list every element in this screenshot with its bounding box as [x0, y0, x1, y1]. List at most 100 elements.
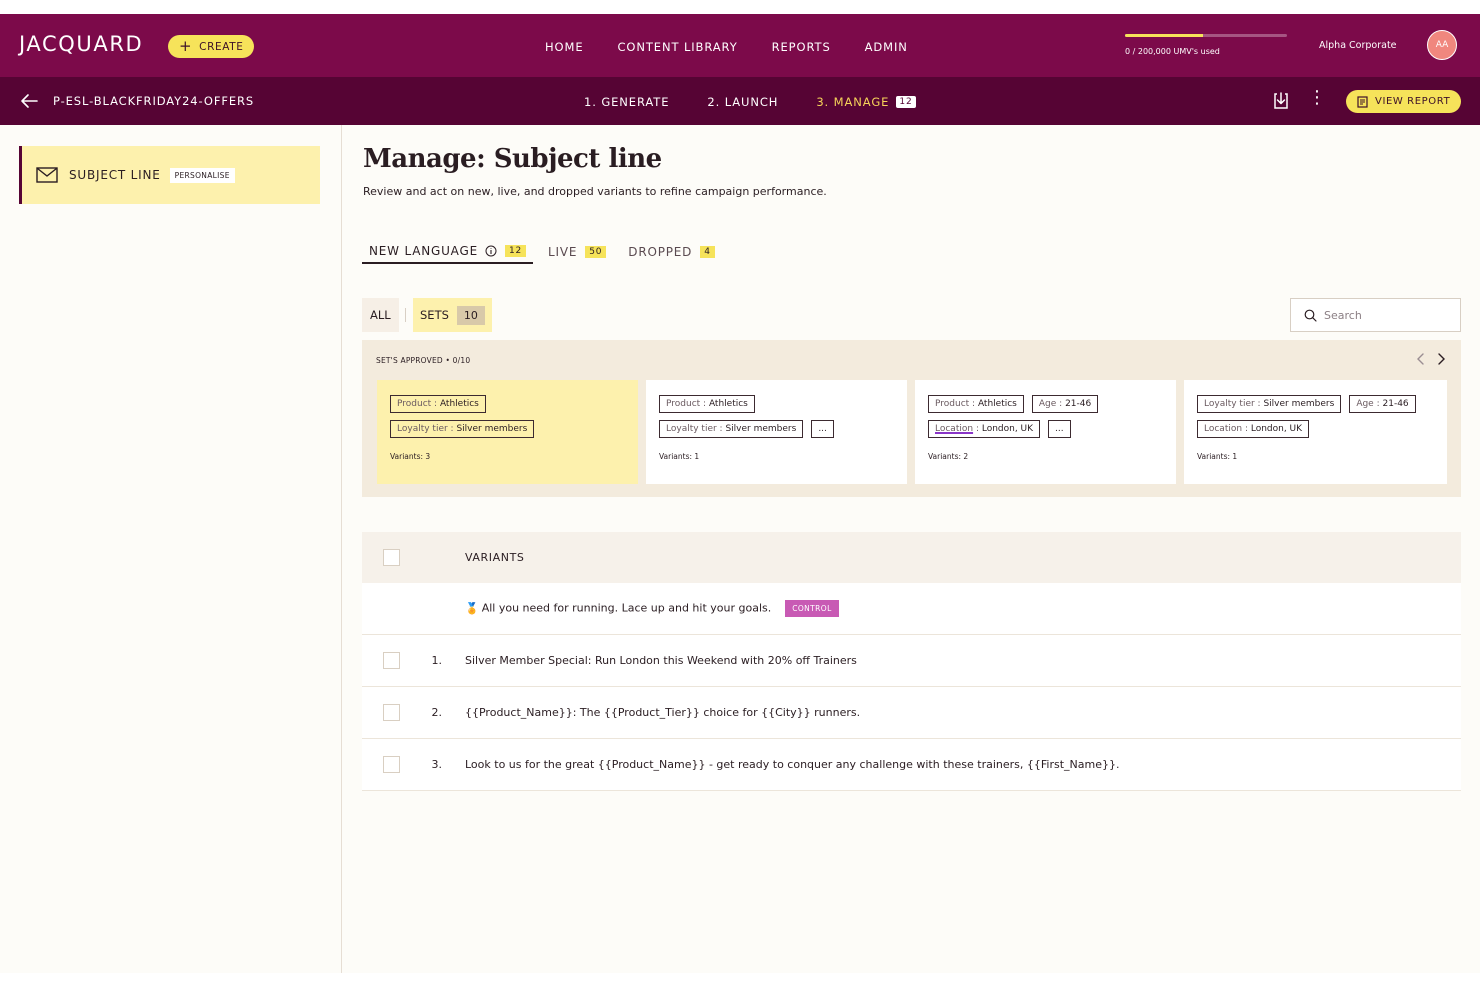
- chip-separator: :: [969, 399, 978, 409]
- tab-dropped[interactable]: DROPPED 4: [621, 240, 721, 264]
- chevron-left-icon[interactable]: [1414, 351, 1428, 367]
- table-row[interactable]: 2. {{Product_Name}}: The {{Product_Tier}…: [362, 687, 1461, 739]
- create-button[interactable]: + CREATE: [168, 35, 255, 58]
- attribute-chip[interactable]: Loyalty tier : Silver members: [1197, 395, 1342, 413]
- search-field[interactable]: [1290, 298, 1461, 332]
- more-attributes-chip[interactable]: ...: [811, 420, 834, 438]
- step-count-badge: 12: [896, 96, 916, 108]
- attribute-chip[interactable]: Age : 21-46: [1349, 395, 1416, 413]
- variant-text: {{Product_Name}}: The {{Product_Tier}} c…: [465, 706, 861, 719]
- attribute-chip[interactable]: Age : 21-46: [1031, 395, 1099, 413]
- tab-count-badge: 12: [504, 245, 527, 257]
- plus-icon: +: [179, 37, 193, 55]
- workflow-steps: 1. GENERATE 2. LAUNCH 3. MANAGE 12: [584, 95, 954, 109]
- medal-icon: 🏅: [465, 601, 479, 615]
- umv-progress-fill: [1125, 34, 1203, 37]
- attribute-chip[interactable]: Loyalty tier : Silver members: [390, 420, 535, 438]
- nav-home[interactable]: HOME: [545, 40, 584, 54]
- step-launch[interactable]: 2. LAUNCH: [707, 95, 778, 109]
- more-options-icon[interactable]: ⋮: [1308, 89, 1326, 107]
- chip-key: Product: [935, 399, 970, 409]
- chevron-right-icon[interactable]: [1434, 351, 1448, 367]
- info-icon[interactable]: [485, 245, 497, 257]
- chip-row: Location : London, UK ...: [928, 420, 1162, 438]
- table-row[interactable]: 1. Silver Member Special: Run London thi…: [362, 635, 1461, 687]
- download-icon[interactable]: [1271, 91, 1291, 111]
- attribute-chip[interactable]: Product : Athletics: [390, 395, 486, 413]
- variants-column-header: VARIANTS: [465, 551, 525, 564]
- attribute-chip[interactable]: Location : London, UK: [1197, 420, 1310, 438]
- row-checkbox[interactable]: [383, 756, 400, 773]
- organization-name[interactable]: Alpha Corporate: [1319, 40, 1397, 51]
- view-report-button[interactable]: VIEW REPORT: [1346, 90, 1462, 113]
- set-card[interactable]: Product : Athletics Loyalty tier : Silve…: [377, 380, 638, 484]
- step-label: 3. MANAGE: [816, 95, 890, 109]
- chip-key: Loyalty tier: [666, 424, 717, 434]
- set-card[interactable]: Product : Athletics Loyalty tier : Silve…: [646, 380, 907, 484]
- main-nav: HOME CONTENT LIBRARY REPORTS ADMIN: [545, 40, 942, 54]
- row-number: 1.: [431, 654, 443, 667]
- chip-separator: :: [1373, 399, 1383, 409]
- sidebar-item-label: SUBJECT LINE: [69, 168, 161, 182]
- set-variants-count: Variants: 1: [1197, 452, 1238, 461]
- filter-all-button[interactable]: ALL: [362, 298, 399, 332]
- control-variant: 🏅 All you need for running. Lace up and h…: [465, 600, 839, 617]
- sets-panel: SET'S APPROVED • 0/10 Product : Athletic…: [362, 340, 1461, 497]
- table-row[interactable]: 3. Look to us for the great {{Product_Na…: [362, 739, 1461, 791]
- chip-separator: :: [1056, 399, 1066, 409]
- chip-value: Silver members: [456, 424, 528, 434]
- chip-separator: :: [431, 399, 440, 409]
- set-card[interactable]: Product : Athletics Age : 21-46 Location…: [915, 380, 1176, 484]
- chip-row: Loyalty tier : Silver members Age : 21-4…: [1197, 395, 1433, 413]
- tab-live[interactable]: LIVE 50: [541, 240, 613, 264]
- tab-new-language[interactable]: NEW LANGUAGE 12: [362, 240, 534, 264]
- nav-reports[interactable]: REPORTS: [772, 40, 831, 54]
- tab-label: NEW LANGUAGE: [369, 244, 478, 258]
- attribute-chip[interactable]: Loyalty tier : Silver members: [659, 420, 804, 438]
- chip-row: Product : Athletics Age : 21-46: [928, 395, 1162, 413]
- attribute-chip[interactable]: Location : London, UK: [928, 420, 1041, 438]
- nav-content-library[interactable]: CONTENT LIBRARY: [618, 40, 738, 54]
- set-card[interactable]: Loyalty tier : Silver members Age : 21-4…: [1184, 380, 1447, 484]
- chip-row: Loyalty tier : Silver members: [390, 420, 624, 438]
- umv-usage-text: 0 / 200,000 UMV's used: [1125, 47, 1220, 56]
- select-all-checkbox[interactable]: [383, 549, 400, 566]
- view-report-label: VIEW REPORT: [1375, 96, 1451, 107]
- avatar[interactable]: AA: [1427, 30, 1457, 60]
- create-label: CREATE: [199, 40, 244, 53]
- attribute-chip[interactable]: Product : Athletics: [659, 395, 755, 413]
- window-bottom-strip: [0, 973, 1480, 987]
- row-checkbox[interactable]: [383, 652, 400, 669]
- sidebar: SUBJECT LINE PERSONALISE: [0, 125, 342, 973]
- chip-value: 21-46: [1065, 399, 1092, 409]
- variant-tabs: NEW LANGUAGE 12 LIVE 50 DROPPED 4: [362, 240, 730, 264]
- row-checkbox[interactable]: [383, 704, 400, 721]
- chip-value: Athletics: [708, 399, 748, 409]
- chip-key: Age: [1038, 399, 1057, 409]
- more-attributes-chip[interactable]: ...: [1048, 420, 1071, 438]
- row-number: 2.: [431, 706, 443, 719]
- chip-key: Loyalty tier: [397, 424, 448, 434]
- filter-sets-label: SETS: [420, 308, 449, 322]
- chip-key: Location: [935, 424, 974, 434]
- nav-admin[interactable]: ADMIN: [865, 40, 908, 54]
- attribute-chip[interactable]: Product : Athletics: [928, 395, 1024, 413]
- chip-separator: :: [1242, 424, 1251, 434]
- arrow-left-icon[interactable]: [19, 92, 39, 110]
- filter-sets-button[interactable]: SETS 10: [413, 298, 492, 332]
- personalise-tag: PERSONALISE: [169, 167, 235, 183]
- sets-approved-label: SET'S APPROVED • 0/10: [376, 356, 471, 365]
- chip-key: Loyalty tier: [1204, 399, 1255, 409]
- set-variants-count: Variants: 2: [928, 452, 969, 461]
- step-manage[interactable]: 3. MANAGE 12: [816, 95, 916, 109]
- step-generate[interactable]: 1. GENERATE: [584, 95, 669, 109]
- search-input[interactable]: [1324, 308, 1444, 322]
- main-content: Manage: Subject line Review and act on n…: [342, 125, 1480, 973]
- app-logo[interactable]: JACQUARD: [19, 32, 143, 56]
- page-title: Manage: Subject line: [363, 144, 662, 174]
- top-navigation-bar: JACQUARD + CREATE HOME CONTENT LIBRARY R…: [0, 14, 1480, 77]
- report-icon: [1357, 95, 1368, 108]
- sidebar-item-subject-line[interactable]: SUBJECT LINE PERSONALISE: [19, 146, 320, 204]
- tab-count-badge: 4: [700, 246, 715, 258]
- step-label: 2. LAUNCH: [707, 95, 779, 109]
